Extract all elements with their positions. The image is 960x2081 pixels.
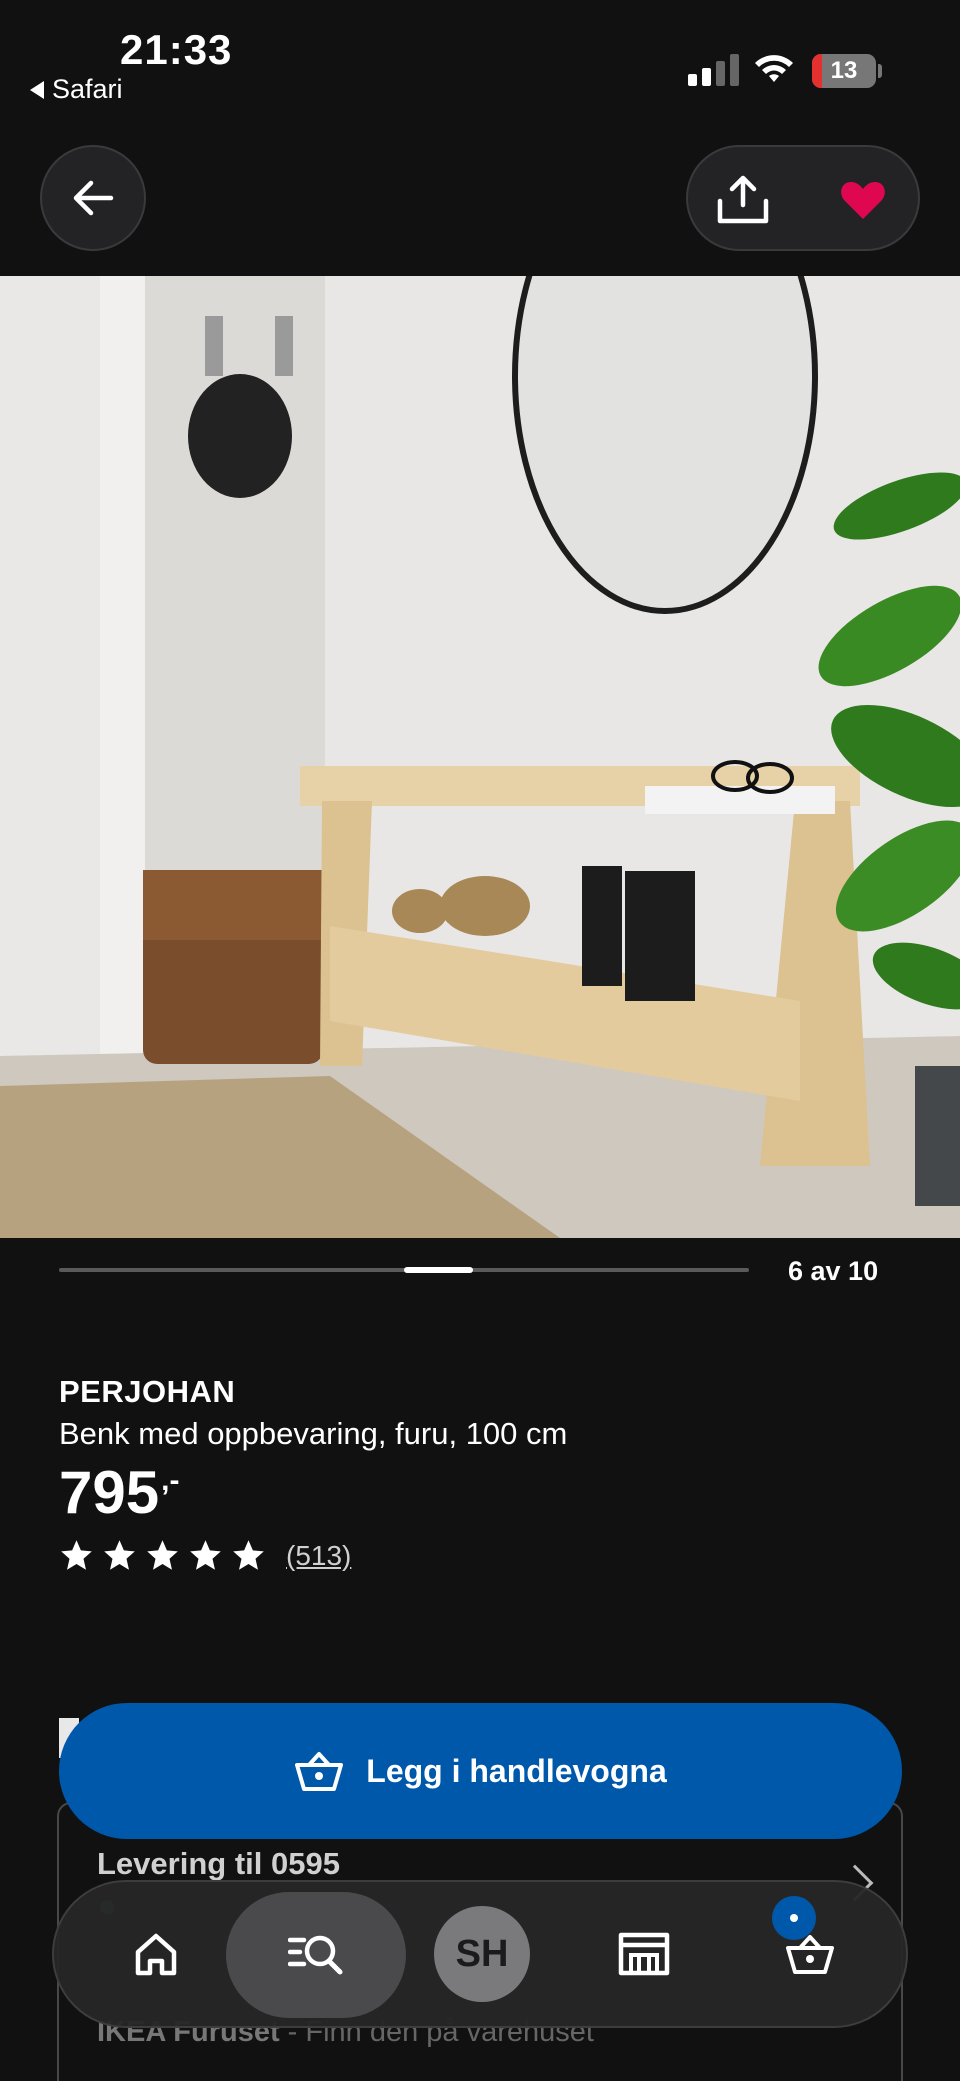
back-app-label: Safari [52, 74, 123, 104]
wifi-icon [755, 55, 793, 82]
back-to-safari[interactable]: Safari [30, 74, 123, 105]
review-count-link[interactable]: (513) [286, 1540, 351, 1572]
home-icon [135, 1933, 177, 1976]
profile-avatar: SH [434, 1906, 530, 2002]
back-triangle-icon [30, 80, 44, 99]
cellular-signal-icon [688, 54, 739, 86]
nav-search[interactable] [226, 1882, 406, 2026]
store-icon [618, 1932, 670, 1976]
star-icon [61, 1540, 92, 1570]
image-counter: 6 av 10 [788, 1256, 879, 1286]
price-suffix: ,- [161, 1464, 180, 1497]
back-button[interactable] [40, 145, 146, 251]
clock: 21:33 [120, 26, 233, 73]
action-pill [686, 145, 920, 251]
nav-home[interactable] [106, 1882, 206, 2026]
share-icon [717, 175, 769, 224]
battery-level: 13 [830, 57, 858, 84]
rating[interactable]: (513) [59, 1538, 351, 1573]
product-price: 795 ,- [59, 1458, 179, 1527]
arrow-left-icon [73, 180, 114, 216]
star-icon [104, 1540, 135, 1570]
cart-icon [295, 1752, 344, 1791]
product-image[interactable] [0, 276, 960, 1238]
product-name: PERJOHAN [59, 1374, 236, 1409]
add-to-cart-button[interactable]: Legg i handlevogna [59, 1703, 902, 1839]
heart-icon [841, 182, 885, 219]
nav-profile[interactable]: SH [432, 1882, 532, 2026]
add-to-cart-label: Legg i handlevogna [366, 1752, 667, 1789]
price-amount: 795 [59, 1459, 160, 1526]
status-bar: 21:33 Safari 13 [0, 0, 960, 120]
nav-stores[interactable] [594, 1882, 694, 2026]
search-list-icon [288, 1935, 343, 1975]
product-description: Benk med oppbevaring, furu, 100 cm [59, 1416, 568, 1451]
product-photo-illustration [0, 276, 960, 1238]
cart-badge [772, 1896, 816, 1940]
battery-icon: 13 [812, 54, 876, 88]
share-button[interactable] [708, 165, 778, 235]
carousel-active-indicator [404, 1267, 473, 1273]
image-carousel-track[interactable] [59, 1267, 749, 1273]
favorite-button[interactable] [828, 165, 898, 235]
delivery-title: Levering til 0595 [97, 1846, 340, 1881]
star-icon [190, 1540, 221, 1570]
star-icon [147, 1540, 178, 1570]
star-icon [233, 1540, 264, 1570]
